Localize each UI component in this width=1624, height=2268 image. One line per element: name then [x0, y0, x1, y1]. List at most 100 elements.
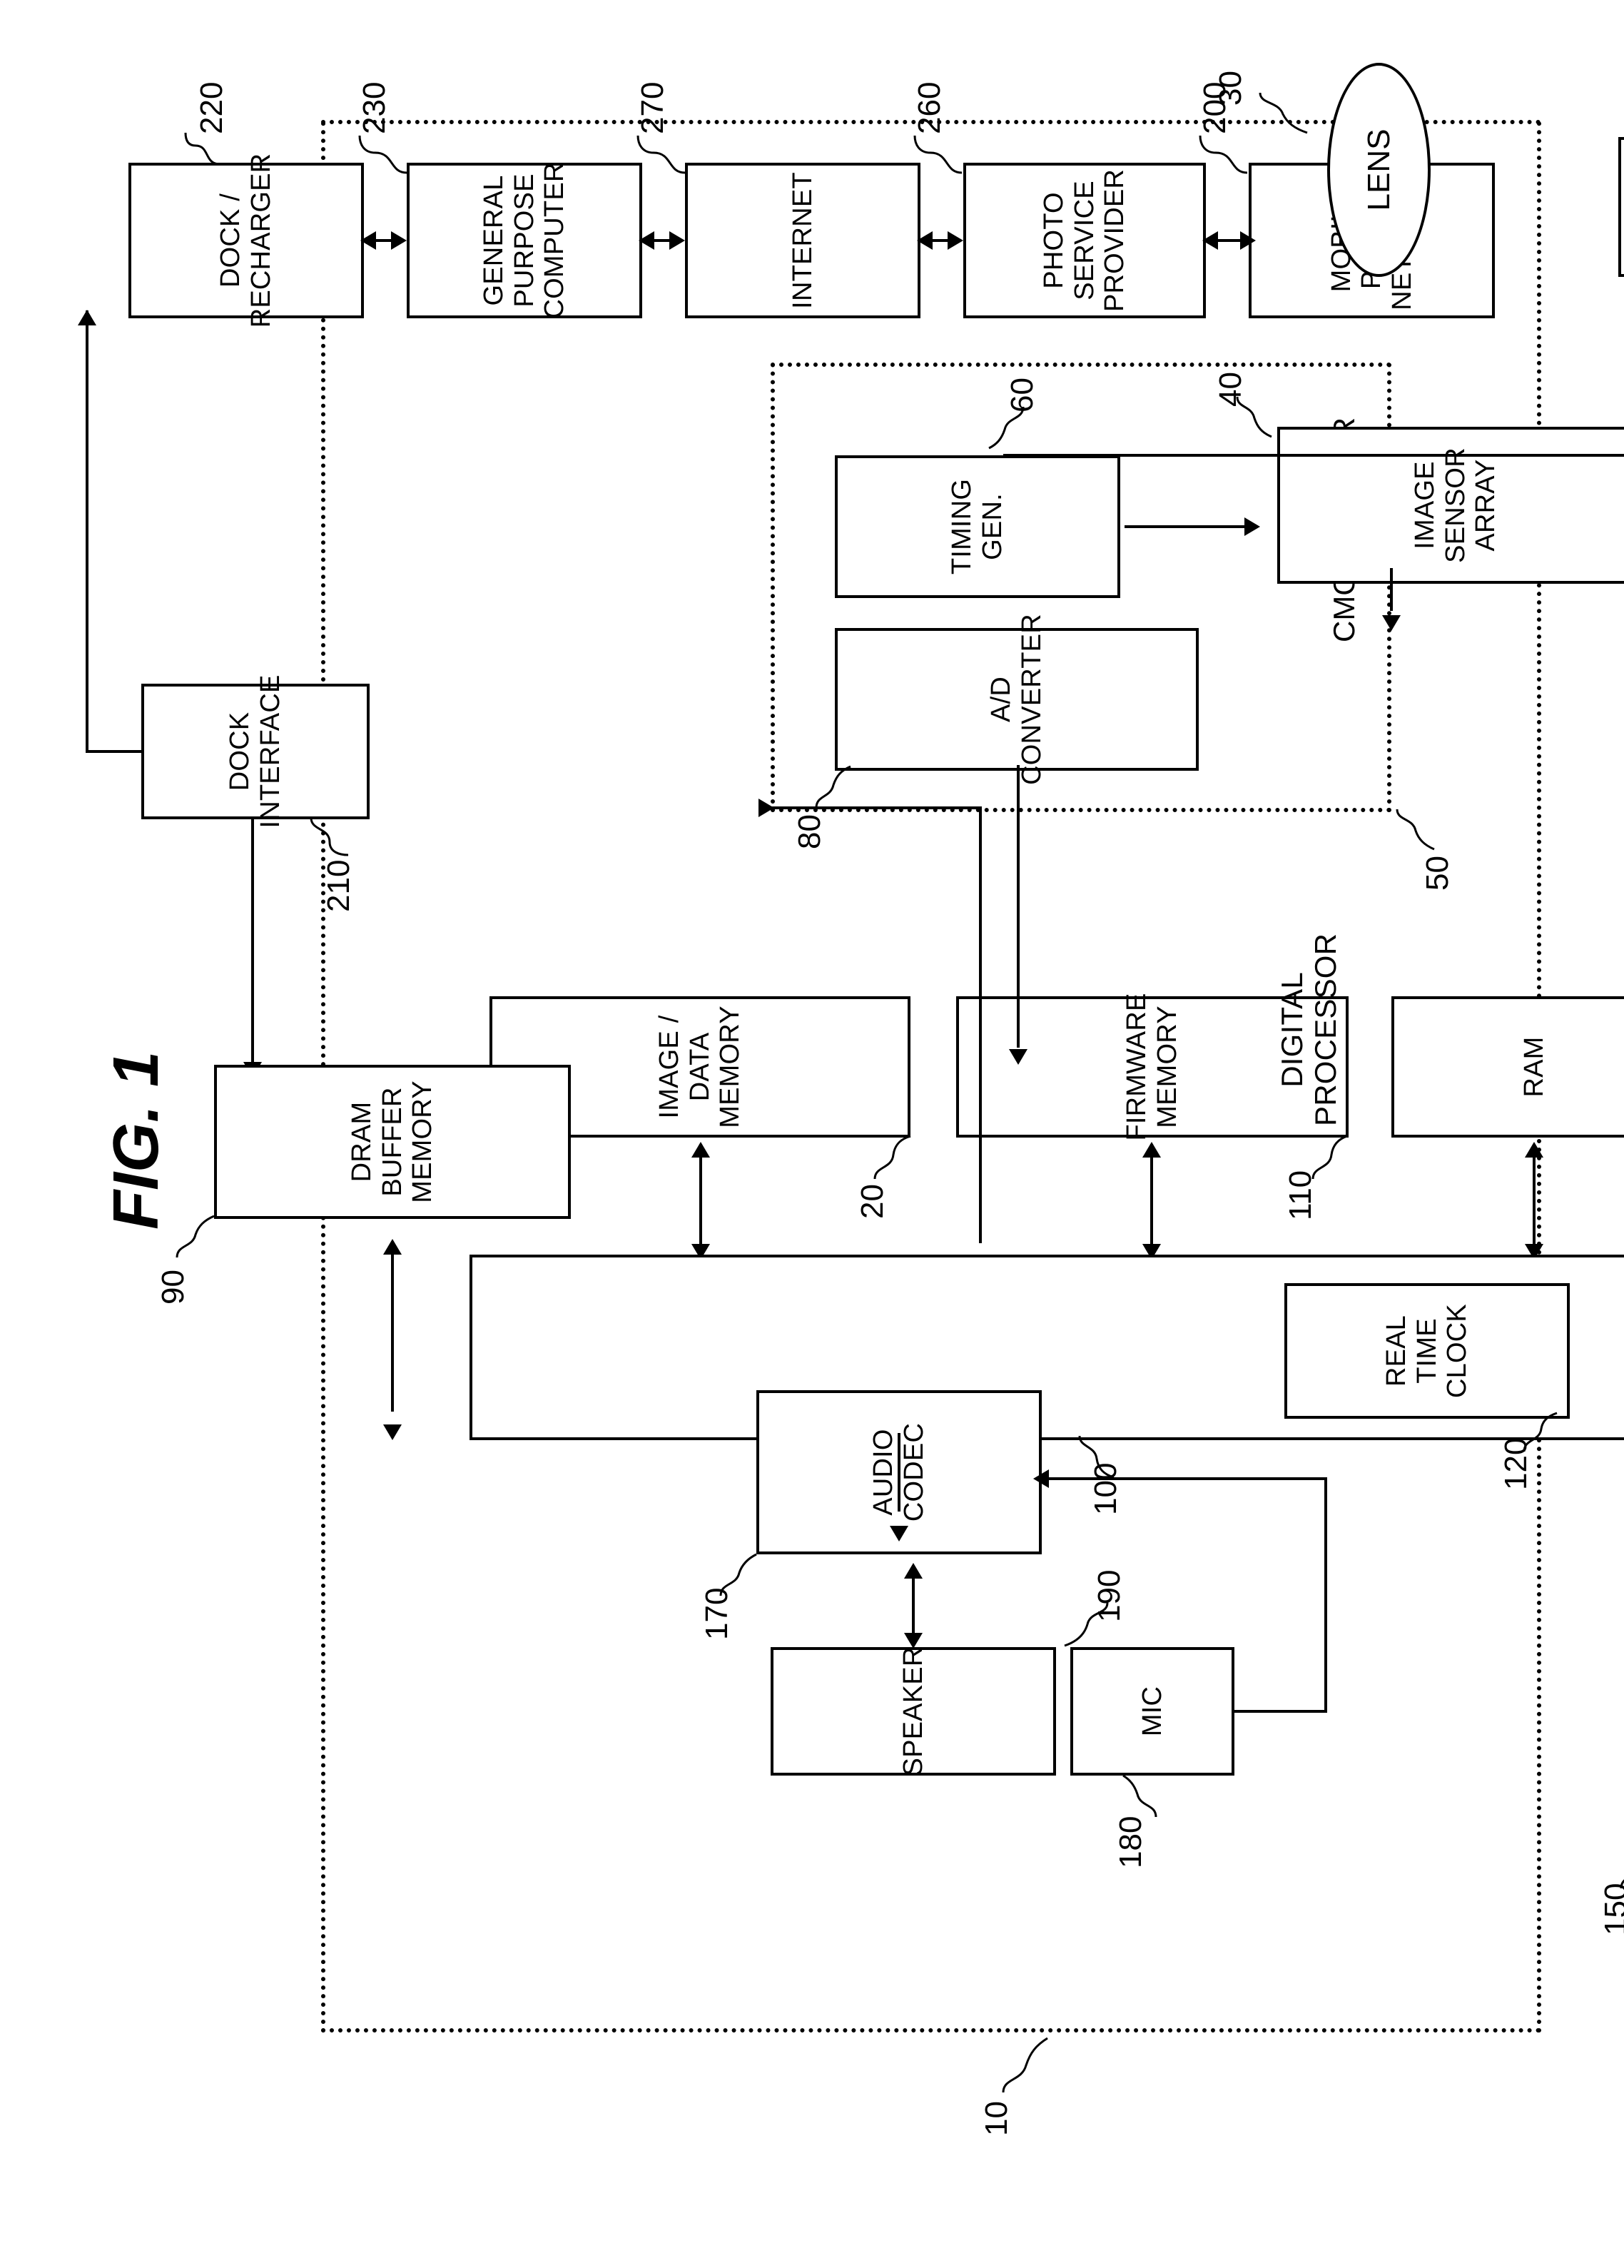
block-label: PHOTO SERVICE PROVIDER [1039, 168, 1130, 313]
ref-140: 140 [1618, 1168, 1624, 1220]
block-flash[interactable]: FLASH [1618, 137, 1624, 277]
block-image-sensor-array[interactable]: IMAGE SENSOR ARRAY [1277, 427, 1624, 584]
block-dram-buffer-memory[interactable]: DRAM BUFFER MEMORY [214, 1065, 571, 1219]
leader-170 [716, 1549, 763, 1599]
bus-ram [1533, 1144, 1536, 1251]
leader-50 [1393, 804, 1440, 854]
bus-image-data-memory [699, 1144, 702, 1251]
ref-20: 20 [855, 1184, 890, 1219]
block-photo-service-provider[interactable]: PHOTO SERVICE PROVIDER [963, 163, 1206, 318]
leader-40 [1233, 391, 1277, 441]
block-dock-interface[interactable]: DOCK INTERFACE [141, 674, 370, 829]
block-mic[interactable]: MIC [1070, 1647, 1234, 1776]
leader-210 [305, 814, 355, 868]
leader-200 [1190, 120, 1254, 177]
leader-90 [173, 1210, 220, 1260]
block-label: IMAGE SENSOR ARRAY [1410, 447, 1501, 563]
arrowhead-right [1142, 1142, 1161, 1158]
block-timing-gen[interactable]: TIMING GEN. [835, 455, 1120, 598]
block-label: MIC [1137, 1686, 1167, 1737]
block-label: DRAM BUFFER MEMORY [347, 1080, 438, 1203]
figure-label: FIG. 1 [101, 1051, 172, 1230]
block-label: DOCK / RECHARGER [215, 153, 276, 328]
wire-mic-run [1324, 1477, 1327, 1713]
block-dock-recharger[interactable]: DOCK / RECHARGER [128, 153, 364, 328]
block-label: FIRMWARE MEMORY [1122, 993, 1182, 1141]
leader-270 [628, 120, 692, 177]
wire-sensorarray-to-adc [1390, 568, 1393, 611]
block-real-time-clock[interactable]: REAL TIME CLOCK [1284, 1283, 1570, 1419]
ref-50: 50 [1420, 856, 1455, 891]
block-internet[interactable]: INTERNET [685, 163, 920, 318]
ref-30: 30 [1213, 71, 1248, 106]
block-ad-converter[interactable]: A/D CONVERTER [835, 614, 1199, 785]
block-speaker[interactable]: SPEAKER [771, 1647, 1056, 1776]
wire-dockif-up [86, 750, 143, 753]
wire-timinggen-drop [771, 806, 980, 809]
wire-mic-up [1234, 1710, 1327, 1713]
leader-220 [178, 120, 228, 170]
block-label: REAL TIME CLOCK [1381, 1304, 1473, 1398]
wire-processor-audiocodec [898, 1433, 900, 1512]
arrowhead-down [669, 231, 685, 250]
block-label: DIGITAL PROCESSOR [1274, 933, 1342, 1126]
arrowhead-left [383, 1424, 402, 1440]
block-label: RAM [1518, 1036, 1549, 1098]
block-label: INTERNET [787, 172, 818, 309]
arrowhead-up [360, 231, 376, 250]
arrowhead-up [1202, 231, 1218, 250]
wire-timinggen-down [1125, 525, 1247, 528]
leader-110 [1307, 1129, 1354, 1183]
block-label: LENS [1361, 128, 1396, 211]
arrowhead-right [1525, 1142, 1543, 1158]
wire-dockif-to-dock [86, 310, 88, 753]
ref-180: 180 [1113, 1816, 1148, 1868]
leader-120 [1520, 1407, 1564, 1454]
arrowhead-left [890, 1526, 908, 1541]
arrowhead-right [383, 1239, 402, 1255]
block-label: IMAGE / DATA MEMORY [654, 1006, 746, 1128]
wire-dockif-to-processor [251, 818, 254, 1069]
arrowhead-up [639, 231, 654, 250]
block-ram[interactable]: RAM [1391, 996, 1624, 1138]
leader-260 [905, 120, 969, 177]
arrowhead-left [1382, 615, 1401, 631]
arrowhead-left [1009, 1049, 1027, 1065]
leader-60 [985, 401, 1029, 451]
arrowhead-down [1240, 231, 1256, 250]
block-label: SPEAKER [898, 1646, 928, 1776]
bus-processor-dram [391, 1242, 394, 1412]
leader-100 [1074, 1432, 1121, 1482]
block-general-purpose-computer[interactable]: GENERAL PURPOSE COMPUTER [407, 162, 642, 319]
arrowhead-left [904, 1633, 923, 1649]
arrowhead-down [1244, 517, 1260, 536]
figure-canvas: DOCK / RECHARGER 220 GENERAL PURPOSE COM… [0, 0, 1624, 2268]
arrowhead-down [948, 231, 963, 250]
leader-230 [350, 120, 414, 177]
wire-mic-into-codec [1043, 1477, 1327, 1480]
arrowhead-up [1033, 1469, 1049, 1488]
leader-190 [1060, 1599, 1112, 1653]
leader-20 [869, 1129, 916, 1183]
block-label: TIMING GEN. [947, 478, 1008, 575]
wire-flash-feed [1003, 454, 1624, 457]
leader-30 [1256, 87, 1313, 137]
arrowhead-right [691, 1142, 710, 1158]
arrowhead-down [758, 799, 774, 817]
block-label: GENERAL PURPOSE COMPUTER [479, 162, 570, 319]
arrowhead-right [78, 310, 96, 325]
wire-proc-to-timinggen [979, 806, 982, 1243]
block-lens[interactable]: LENS [1327, 63, 1431, 277]
leader-180 [1119, 1770, 1162, 1820]
arrowhead-down [391, 231, 407, 250]
leader-80 [812, 761, 856, 811]
ref-10: 10 [979, 2101, 1014, 2136]
block-label: A/D CONVERTER [986, 614, 1047, 785]
leader-10 [999, 2032, 1053, 2097]
block-label: DOCK INTERFACE [225, 674, 285, 829]
ref-80: 80 [792, 814, 827, 849]
wire-adc-to-dram [1017, 765, 1020, 1048]
ref-90: 90 [156, 1270, 191, 1305]
arrowhead-up [917, 231, 933, 250]
bus-firmware-memory [1150, 1144, 1153, 1251]
